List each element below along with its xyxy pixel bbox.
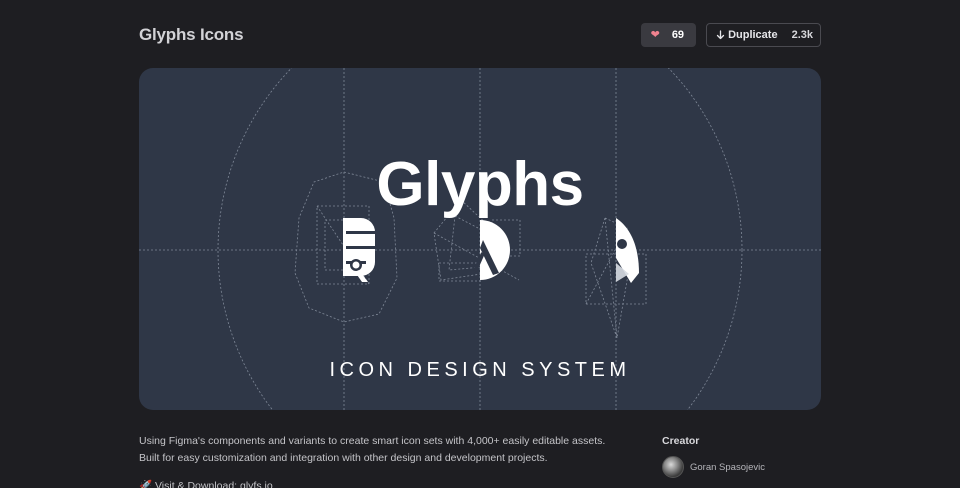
header: Glyphs Icons ❤ 69 Duplicate 2.3k: [139, 22, 821, 48]
file-title: Glyphs Icons: [139, 25, 244, 44]
visit-link[interactable]: 🚀 Visit & Download: glyfs.io: [139, 479, 273, 488]
cover-title: Glyphs: [376, 150, 584, 219]
like-count: 69: [671, 29, 685, 41]
database-icon: [343, 218, 376, 282]
pie-slice-icon: [473, 220, 510, 280]
page: Glyphs Icons ❤ 69 Duplicate 2.3k Glyphs …: [0, 0, 960, 488]
like-button[interactable]: ❤ 69: [640, 23, 697, 47]
rocket-icon: [616, 218, 639, 283]
cover-image[interactable]: Glyphs ICON DESIGN SYSTEM: [139, 68, 821, 410]
avatar[interactable]: [662, 456, 684, 478]
arrow-down-icon: [716, 30, 725, 40]
duplicate-label: Duplicate: [728, 29, 778, 41]
duplicate-action[interactable]: Duplicate: [707, 29, 787, 41]
creator-profile[interactable]: Goran Spasojevic: [662, 456, 765, 478]
cover-tagline: ICON DESIGN SYSTEM: [329, 359, 631, 381]
description-text: Using Figma's components and variants to…: [139, 435, 606, 464]
duplicate-count: 2.3k: [791, 29, 813, 41]
header-actions: ❤ 69 Duplicate 2.3k: [640, 23, 821, 47]
duplicate-button[interactable]: Duplicate 2.3k: [706, 23, 821, 47]
creator-name[interactable]: Goran Spasojevic: [690, 462, 765, 473]
creator-label: Creator: [662, 435, 700, 447]
heart-icon: ❤: [650, 28, 660, 41]
